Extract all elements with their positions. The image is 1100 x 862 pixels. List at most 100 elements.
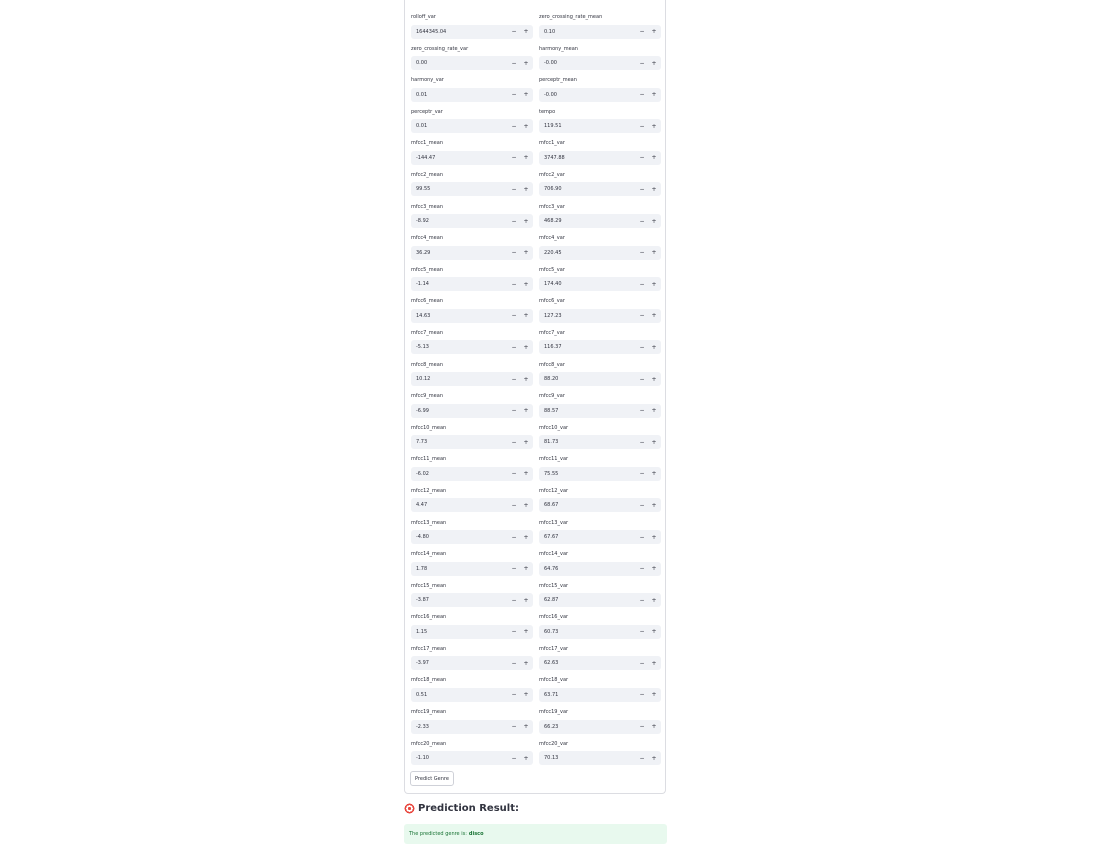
decrement-button[interactable]: −: [637, 340, 647, 354]
number-input[interactable]: [544, 593, 628, 608]
decrement-button[interactable]: −: [637, 751, 647, 765]
decrement-button[interactable]: −: [509, 751, 519, 765]
decrement-button[interactable]: −: [509, 119, 519, 133]
increment-button[interactable]: +: [649, 562, 659, 576]
decrement-button[interactable]: −: [637, 277, 647, 291]
number-input[interactable]: [544, 656, 628, 671]
number-input[interactable]: [416, 751, 500, 766]
number-input[interactable]: [416, 498, 500, 513]
increment-button[interactable]: +: [649, 498, 659, 512]
decrement-button[interactable]: −: [509, 25, 519, 39]
number-input[interactable]: [416, 593, 500, 608]
number-input[interactable]: [544, 87, 628, 102]
decrement-button[interactable]: −: [509, 214, 519, 228]
decrement-button[interactable]: −: [637, 688, 647, 702]
decrement-button[interactable]: −: [637, 25, 647, 39]
decrement-button[interactable]: −: [509, 467, 519, 481]
decrement-button[interactable]: −: [637, 593, 647, 607]
increment-button[interactable]: +: [649, 688, 659, 702]
increment-button[interactable]: +: [521, 340, 531, 354]
number-input[interactable]: [416, 214, 500, 229]
decrement-button[interactable]: −: [509, 88, 519, 102]
number-input[interactable]: [544, 150, 628, 165]
number-input[interactable]: [416, 624, 500, 639]
increment-button[interactable]: +: [521, 182, 531, 196]
decrement-button[interactable]: −: [509, 151, 519, 165]
increment-button[interactable]: +: [521, 720, 531, 734]
number-input[interactable]: [544, 340, 628, 355]
number-input[interactable]: [416, 466, 500, 481]
increment-button[interactable]: +: [521, 372, 531, 386]
decrement-button[interactable]: −: [509, 562, 519, 576]
increment-button[interactable]: +: [521, 751, 531, 765]
increment-button[interactable]: +: [521, 25, 531, 39]
increment-button[interactable]: +: [649, 435, 659, 449]
decrement-button[interactable]: −: [509, 530, 519, 544]
decrement-button[interactable]: −: [637, 151, 647, 165]
number-input[interactable]: [544, 624, 628, 639]
number-input[interactable]: [544, 308, 628, 323]
number-input[interactable]: [544, 561, 628, 576]
number-input[interactable]: [416, 150, 500, 165]
increment-button[interactable]: +: [649, 625, 659, 639]
number-input[interactable]: [544, 498, 628, 513]
increment-button[interactable]: +: [649, 340, 659, 354]
increment-button[interactable]: +: [649, 720, 659, 734]
increment-button[interactable]: +: [521, 625, 531, 639]
decrement-button[interactable]: −: [637, 530, 647, 544]
number-input[interactable]: [416, 308, 500, 323]
number-input[interactable]: [544, 277, 628, 292]
number-input[interactable]: [416, 372, 500, 387]
increment-button[interactable]: +: [649, 530, 659, 544]
decrement-button[interactable]: −: [637, 498, 647, 512]
number-input[interactable]: [544, 466, 628, 481]
increment-button[interactable]: +: [521, 277, 531, 291]
increment-button[interactable]: +: [521, 309, 531, 323]
increment-button[interactable]: +: [521, 593, 531, 607]
decrement-button[interactable]: −: [509, 246, 519, 260]
number-input[interactable]: [544, 435, 628, 450]
number-input[interactable]: [416, 561, 500, 576]
number-input[interactable]: [416, 87, 500, 102]
increment-button[interactable]: +: [649, 656, 659, 670]
increment-button[interactable]: +: [521, 688, 531, 702]
decrement-button[interactable]: −: [637, 372, 647, 386]
decrement-button[interactable]: −: [637, 435, 647, 449]
number-input[interactable]: [416, 119, 500, 134]
increment-button[interactable]: +: [521, 88, 531, 102]
increment-button[interactable]: +: [649, 277, 659, 291]
decrement-button[interactable]: −: [637, 119, 647, 133]
increment-button[interactable]: +: [649, 593, 659, 607]
number-input[interactable]: [416, 530, 500, 544]
number-input[interactable]: [416, 435, 500, 450]
number-input[interactable]: [544, 751, 628, 766]
increment-button[interactable]: +: [521, 246, 531, 260]
increment-button[interactable]: +: [649, 25, 659, 39]
number-input[interactable]: [544, 687, 628, 702]
number-input[interactable]: [544, 719, 628, 734]
number-input[interactable]: [544, 214, 628, 229]
decrement-button[interactable]: −: [637, 562, 647, 576]
number-input[interactable]: [544, 119, 628, 134]
decrement-button[interactable]: −: [509, 372, 519, 386]
increment-button[interactable]: +: [649, 119, 659, 133]
decrement-button[interactable]: −: [509, 56, 519, 70]
number-input[interactable]: [544, 24, 628, 39]
increment-button[interactable]: +: [521, 498, 531, 512]
decrement-button[interactable]: −: [637, 404, 647, 418]
increment-button[interactable]: +: [521, 656, 531, 670]
increment-button[interactable]: +: [521, 56, 531, 70]
decrement-button[interactable]: −: [637, 467, 647, 481]
decrement-button[interactable]: −: [509, 688, 519, 702]
number-input[interactable]: [416, 719, 500, 734]
decrement-button[interactable]: −: [509, 593, 519, 607]
increment-button[interactable]: +: [649, 182, 659, 196]
number-input[interactable]: [416, 340, 500, 355]
decrement-button[interactable]: −: [637, 625, 647, 639]
decrement-button[interactable]: −: [637, 309, 647, 323]
decrement-button[interactable]: −: [509, 435, 519, 449]
decrement-button[interactable]: −: [509, 277, 519, 291]
decrement-button[interactable]: −: [509, 720, 519, 734]
predict-genre-button[interactable]: Predict Genre: [410, 771, 454, 786]
decrement-button[interactable]: −: [509, 625, 519, 639]
